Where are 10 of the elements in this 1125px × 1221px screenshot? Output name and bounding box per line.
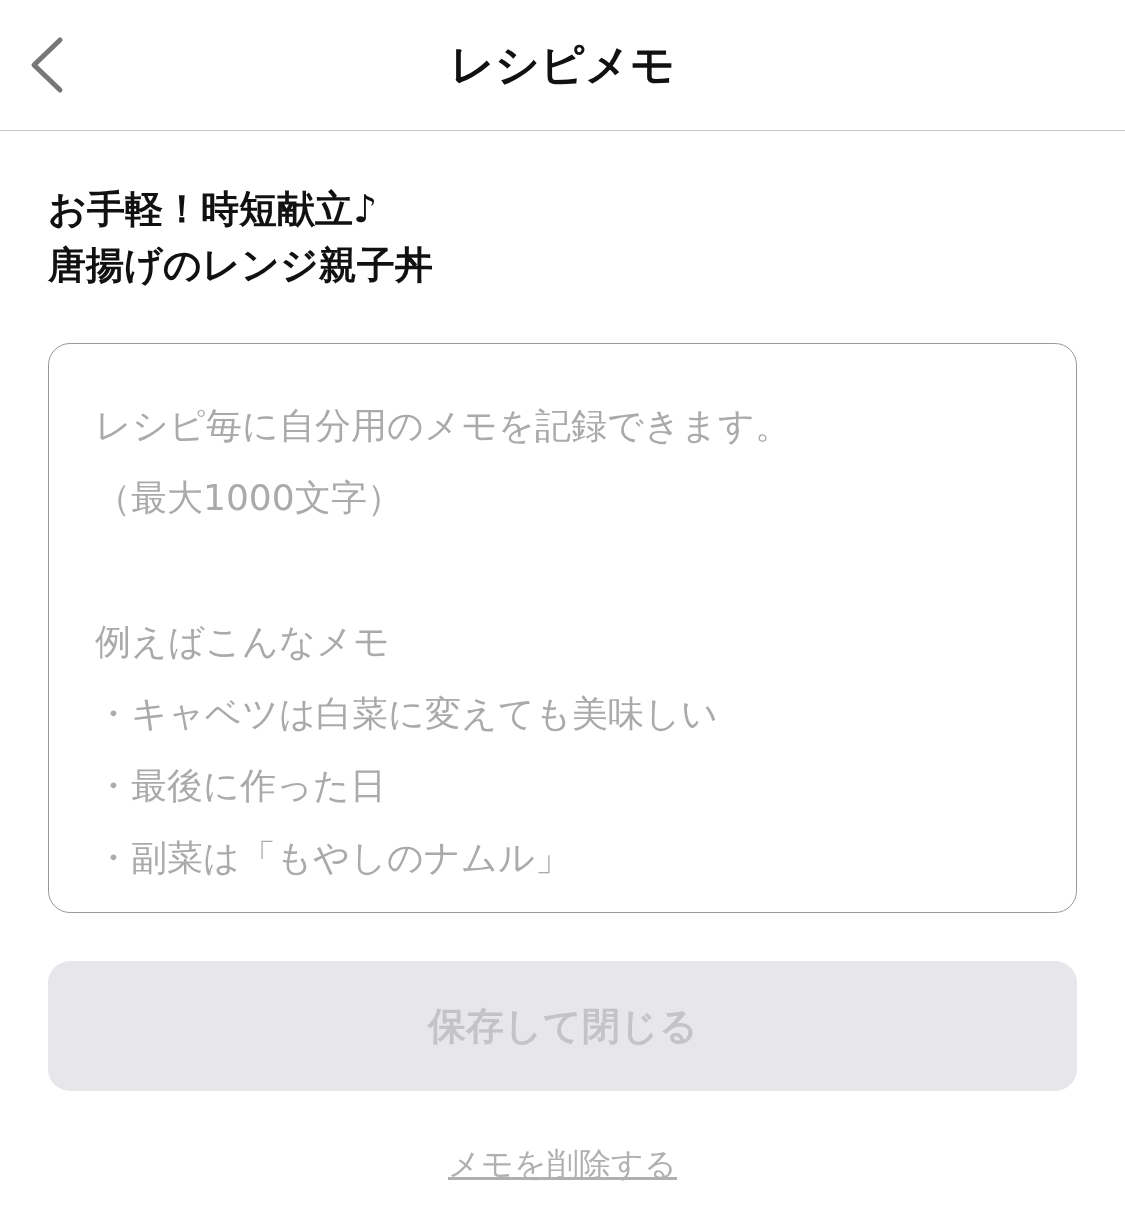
placeholder-text: ・最後に作った日 [95, 764, 386, 808]
memo-input-field[interactable]: レシピ毎に自分用のメモを記録できます。 （最大1000文字） 例えばこんなメモ ・キャベツは白菜に変えても美味しい ・最後に作った日 ・副菜は「もやしのナムル」 [48, 343, 1077, 913]
placeholder-text: ・キャベツは白菜に変えても美味しい [95, 692, 718, 736]
recipe-title: お手軽！時短献立♪ 唐揚げのレンジ親子丼 [48, 186, 434, 289]
placeholder-text: （最大1000文字） [95, 476, 403, 520]
placeholder-text: 例えばこんなメモ [95, 620, 390, 664]
delete-memo-link[interactable]: メモを削除する [448, 1143, 677, 1187]
placeholder-text: レシピ毎に自分用のメモを記録できます。 [95, 404, 791, 448]
placeholder-text: ・副菜は「もやしのナムル」 [95, 836, 571, 880]
page-title: レシピメモ [450, 37, 675, 92]
